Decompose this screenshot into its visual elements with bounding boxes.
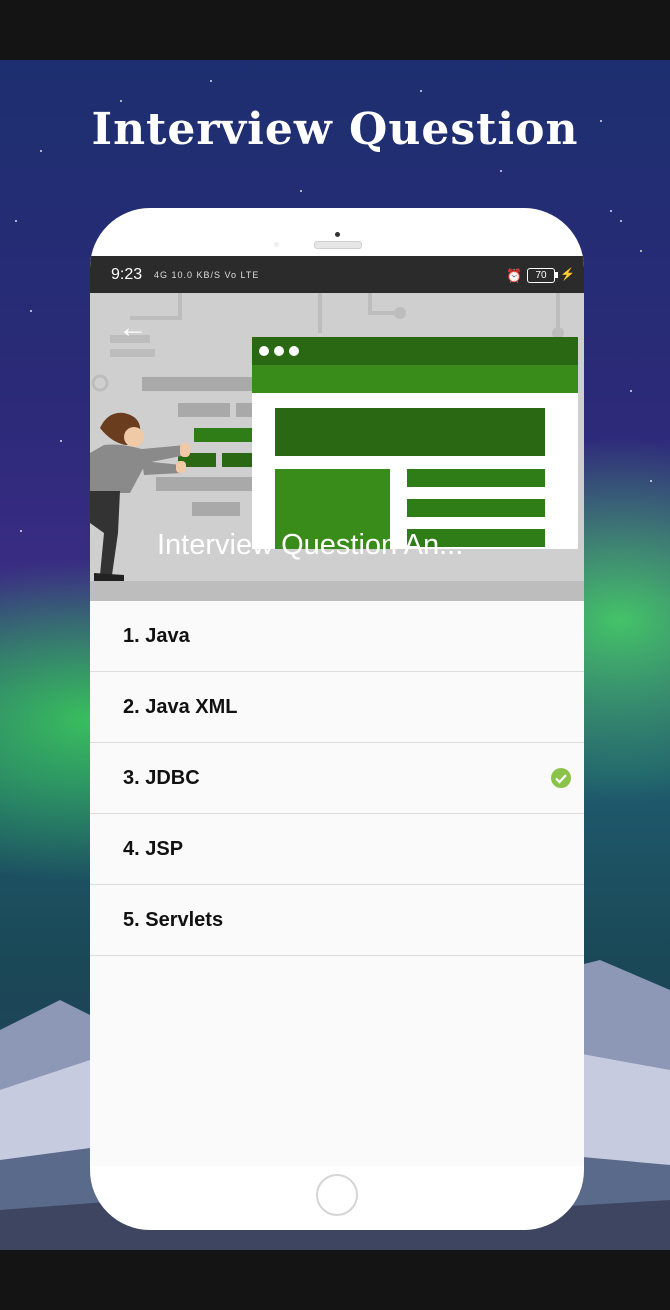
list-item[interactable]: 1. Java: [90, 601, 584, 672]
page-title: Interview Question An...: [157, 529, 464, 561]
battery-tip: [555, 272, 558, 278]
list-item-label: 1. Java: [123, 625, 190, 647]
list-item[interactable]: 2. Java XML: [90, 672, 584, 743]
sensor-dot: [274, 242, 279, 247]
status-time: 9:23: [111, 266, 143, 283]
check-circle-icon: [551, 768, 571, 788]
list-item[interactable]: 4. JSP: [90, 814, 584, 885]
earpiece-speaker: [314, 241, 362, 249]
battery-icon: 70: [527, 268, 555, 283]
header-floor: [90, 581, 584, 601]
list-item[interactable]: 3. JDBC: [90, 743, 584, 814]
list-item-label: 2. Java XML: [123, 696, 238, 718]
status-bar: 9:23 4G 10.0 KB/S Vo LTE ⏰ 70 ⚡: [90, 256, 584, 293]
bottom-black-bar: [0, 1250, 670, 1310]
list-item-label: 3. JDBC: [123, 767, 200, 789]
alarm-icon: ⏰: [506, 268, 523, 283]
top-black-bar: [0, 0, 670, 60]
list-item-label: 5. Servlets: [123, 909, 224, 931]
app-screen: 9:23 4G 10.0 KB/S Vo LTE ⏰ 70 ⚡ ← Interv…: [90, 256, 584, 1166]
promo-headline: Interview Question: [91, 104, 579, 155]
phone-frame: 9:23 4G 10.0 KB/S Vo LTE ⏰ 70 ⚡ ← Interv…: [90, 208, 584, 1230]
list-item[interactable]: 5. Servlets: [90, 885, 584, 956]
home-button[interactable]: [316, 1174, 358, 1216]
network-indicators: 4G 10.0 KB/S Vo LTE: [154, 270, 260, 280]
topic-list: 1. Java 2. Java XML 3. JDBC 4. JSP 5. Se…: [90, 601, 584, 956]
front-camera: [335, 232, 340, 237]
list-item-label: 4. JSP: [123, 838, 184, 860]
arrow-left-icon[interactable]: ←: [118, 313, 148, 343]
app-header-banner: ← Interview Question An...: [90, 293, 584, 601]
charging-icon: ⚡: [560, 267, 575, 281]
